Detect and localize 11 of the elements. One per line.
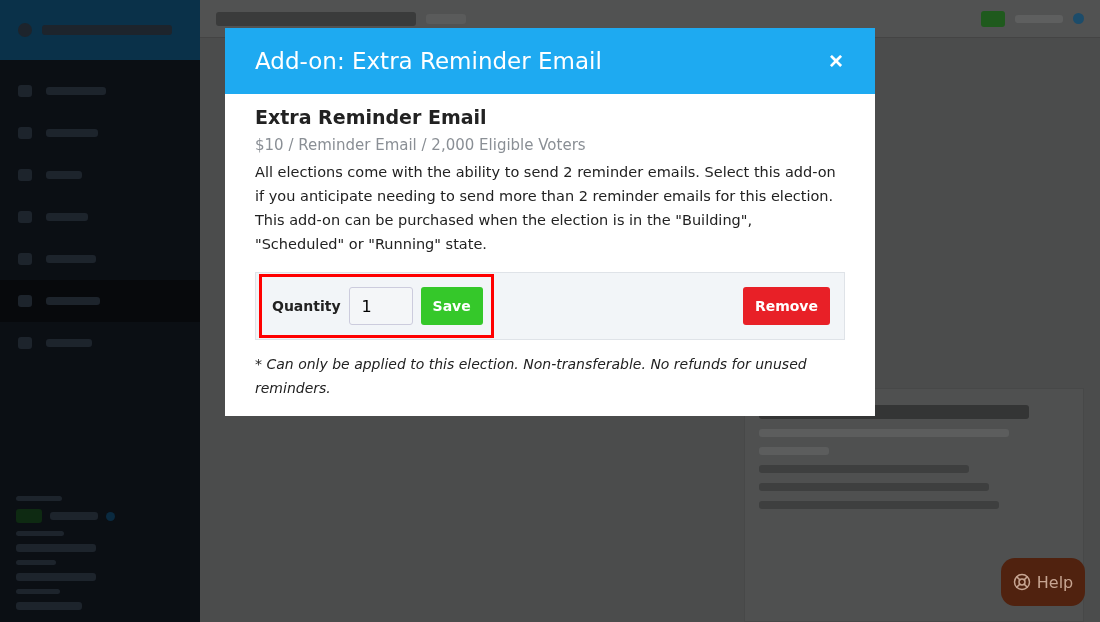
close-button[interactable]: × bbox=[827, 47, 845, 75]
addon-description: All elections come with the ability to send 2 reminder emails. Select this add-on if you anticipate needing to send more than 2 reminder emails for this election. This add-on can be purchased when the election is in the "Building", "Scheduled" or "Running" state. bbox=[255, 163, 837, 254]
quantity-field[interactable]: 1 bbox=[348, 287, 413, 325]
addon-title: Extra Reminder Email bbox=[255, 106, 488, 128]
footnote: * Can only be applied to this election. Non-transferable. No refunds for unused reminders. bbox=[255, 355, 808, 398]
addon-price: $10 / Reminder Email / 2,000 Eligible Voters bbox=[255, 136, 587, 154]
lifebuoy-icon bbox=[1012, 573, 1031, 591]
remove-button[interactable]: Remove bbox=[742, 287, 830, 325]
quantity-label: Quantity bbox=[272, 298, 341, 314]
modal-title: Add-on: Extra Reminder Email bbox=[255, 48, 602, 74]
help-button[interactable]: Help bbox=[1001, 558, 1085, 606]
